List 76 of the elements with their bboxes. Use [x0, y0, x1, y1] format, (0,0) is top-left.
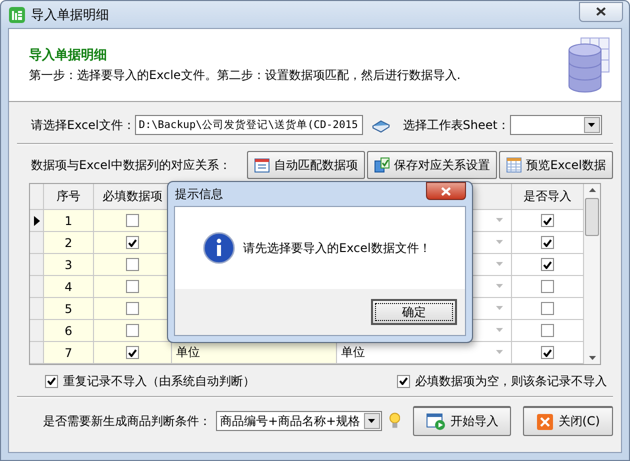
- close-button[interactable]: [426, 182, 466, 200]
- row-header[interactable]: [30, 210, 44, 232]
- dropdown-arrow-icon[interactable]: [496, 262, 503, 266]
- file-path-field[interactable]: D:\Backup\公司发货登记\送货单(CD-2015: [134, 115, 363, 135]
- required-checkbox[interactable]: [126, 346, 139, 359]
- caret-icon: [368, 419, 376, 423]
- dialog-message: 请先选择要导入的Excel数据文件！: [243, 240, 431, 256]
- dropdown-arrow-icon[interactable]: [496, 240, 503, 244]
- import-checkbox[interactable]: [541, 214, 554, 227]
- toolbar-button[interactable]: 自动匹配数据项: [247, 151, 366, 179]
- import-checkbox[interactable]: [541, 302, 554, 315]
- import-checkbox[interactable]: [541, 258, 554, 271]
- action-button[interactable]: 关闭(C): [523, 406, 613, 436]
- file-label: 请选择Excel文件：: [31, 116, 135, 134]
- action-button[interactable]: 开始导入: [413, 406, 512, 436]
- dropdown-arrow-icon[interactable]: [496, 306, 503, 310]
- column-header[interactable]: 是否导入: [512, 184, 584, 210]
- table-cell: 3: [44, 254, 94, 276]
- table-icon: [506, 157, 522, 173]
- dropdown-arrow-icon[interactable]: [496, 218, 503, 222]
- dropdown-arrow-icon[interactable]: [496, 328, 503, 332]
- option-checkbox[interactable]: [397, 374, 410, 388]
- scrollbar-thumb[interactable]: [585, 198, 599, 236]
- scrollbar[interactable]: [584, 184, 600, 364]
- dropdown-arrow-icon[interactable]: [496, 350, 503, 354]
- table-cell: 2: [44, 232, 94, 254]
- required-checkbox[interactable]: [126, 214, 139, 227]
- sheet-label: 选择工作表Sheet：: [402, 116, 510, 134]
- import-checkbox[interactable]: [541, 236, 554, 249]
- info-icon: [203, 232, 235, 264]
- current-row-icon: [34, 216, 40, 226]
- required-checkbox[interactable]: [126, 324, 139, 337]
- up-arrow-icon[interactable]: [588, 188, 596, 192]
- table-cell: 5: [44, 298, 94, 320]
- table-cell: 6: [44, 320, 94, 342]
- required-checkbox[interactable]: [126, 258, 139, 271]
- close-button[interactable]: [579, 2, 623, 22]
- dropdown-arrow-icon[interactable]: [496, 284, 503, 288]
- lightbulb-icon[interactable]: [388, 412, 400, 430]
- corner-header: [30, 184, 44, 210]
- condition-dropdown[interactable]: 商品编号+商品名称+规格: [216, 411, 382, 431]
- required-checkbox[interactable]: [126, 302, 139, 315]
- close-icon: [536, 412, 554, 430]
- import-checkbox[interactable]: [541, 280, 554, 293]
- window-play-icon: [426, 412, 446, 430]
- caret-icon: [588, 123, 595, 127]
- option-label: 重复记录不导入（由系统自动判断）: [63, 372, 255, 390]
- table-cell: 单位: [341, 344, 365, 361]
- table-cell: 1: [44, 210, 94, 232]
- table-cell: 4: [44, 276, 94, 298]
- option-label: 必填数据项为空，则该条记录不导入: [415, 372, 607, 390]
- sheet-dropdown[interactable]: [510, 115, 602, 135]
- window-title: 导入单据明细: [31, 6, 109, 24]
- calendar-icon: [254, 157, 270, 173]
- table-cell: 7: [44, 342, 94, 364]
- required-checkbox[interactable]: [126, 280, 139, 293]
- required-checkbox[interactable]: [126, 236, 139, 249]
- close-icon: [596, 7, 606, 16]
- condition-label: 是否需要新生成商品判断条件：: [43, 412, 211, 430]
- checklist-icon: [374, 157, 390, 173]
- toolbar-button[interactable]: 保存对应关系设置: [367, 151, 498, 179]
- database-icon: [567, 36, 611, 94]
- close-icon: [441, 186, 451, 196]
- dialog-title: 提示信息: [175, 186, 223, 202]
- option-checkbox[interactable]: [45, 374, 58, 388]
- toolbar-button[interactable]: 预览Excel数据: [499, 151, 613, 179]
- column-header[interactable]: 序号: [44, 184, 94, 210]
- header-description: 第一步：选择要导入的Excle文件。第二步：设置数据项匹配，然后进行数据导入.: [29, 67, 462, 84]
- table-cell: 单位: [176, 344, 200, 361]
- import-checkbox[interactable]: [541, 324, 554, 337]
- header-title: 导入单据明细: [29, 46, 108, 64]
- app-icon: [9, 6, 25, 22]
- mapping-label: 数据项与Excel中数据列的对应关系：: [31, 156, 231, 174]
- down-arrow-icon[interactable]: [588, 356, 596, 360]
- import-checkbox[interactable]: [541, 346, 554, 359]
- ok-button[interactable]: 确定: [371, 299, 457, 325]
